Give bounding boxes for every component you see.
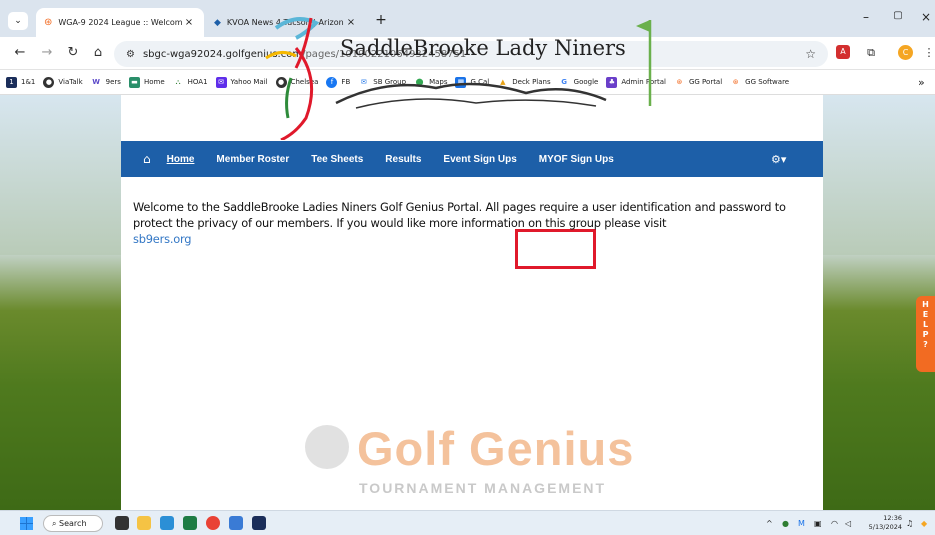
golf-genius-watermark: Golf Genius TOURNAMENT MANAGEMENT bbox=[305, 421, 645, 503]
tray-app-icon[interactable]: M bbox=[798, 519, 805, 528]
watermark-title: Golf Genius bbox=[357, 422, 635, 475]
help-letter: L bbox=[922, 320, 929, 329]
settings-gear-icon[interactable]: ⚙▾ bbox=[771, 153, 786, 166]
bookmark-favicon-icon: W bbox=[90, 76, 102, 88]
golf-genius-favicon-icon: ⊛ bbox=[673, 76, 685, 88]
nav-home[interactable]: Home bbox=[167, 154, 195, 165]
bookmark-favicon-icon: ● bbox=[43, 76, 55, 88]
nav-myof-sign-ups[interactable]: MYOF Sign Ups bbox=[539, 154, 614, 165]
sb9ers-link[interactable]: sb9ers.org bbox=[133, 231, 809, 247]
more-bookmarks-button[interactable]: » bbox=[918, 76, 925, 89]
site-title: SaddleBrooke Lady Niners bbox=[340, 36, 626, 60]
tab-label: WGA-9 2024 League :: Welcome bbox=[58, 18, 182, 27]
bookmark-item[interactable]: W 9ers bbox=[90, 76, 121, 88]
kvoa-favicon-icon: ◆ bbox=[214, 17, 221, 28]
globe-icon bbox=[305, 425, 349, 469]
pdf-extension-icon[interactable]: A bbox=[836, 45, 850, 59]
watermark-subtitle: TOURNAMENT MANAGEMENT bbox=[359, 480, 607, 496]
menu-kebab-icon[interactable]: ⋮ bbox=[920, 45, 935, 61]
site-nav-bar: ⌂ Home Member Roster Tee Sheets Results … bbox=[121, 141, 823, 177]
notifications-bell-icon[interactable]: ♫ bbox=[906, 519, 913, 528]
bookmark-item[interactable]: ⊛ GG Portal bbox=[673, 76, 722, 88]
golf-genius-favicon-icon: ⊛ bbox=[44, 17, 53, 28]
help-tab[interactable]: H E L P ? bbox=[916, 296, 935, 372]
taskbar-search[interactable]: ⌕ Search bbox=[43, 515, 103, 532]
welcome-message: Welcome to the SaddleBrooke Ladies Niner… bbox=[133, 199, 809, 247]
welcome-text: Welcome to the SaddleBrooke Ladies Niner… bbox=[133, 200, 786, 230]
nav-event-sign-ups[interactable]: Event Sign Ups bbox=[443, 154, 516, 165]
system-clock[interactable]: 12:36 5/13/2024 bbox=[862, 514, 902, 532]
golf-genius-favicon-icon: ⊛ bbox=[730, 76, 742, 88]
tab-search-icon[interactable]: ⌄ bbox=[8, 12, 28, 30]
taskbar-app-icon[interactable] bbox=[160, 516, 174, 530]
file-explorer-icon[interactable] bbox=[137, 516, 151, 530]
bookmark-favicon-icon: ▬ bbox=[128, 76, 140, 88]
help-question-icon: ? bbox=[923, 340, 928, 349]
nav-member-roster[interactable]: Member Roster bbox=[216, 154, 289, 165]
close-tab-icon[interactable]: × bbox=[182, 17, 196, 28]
chrome-icon[interactable] bbox=[206, 516, 220, 530]
tray-app-icon[interactable]: ● bbox=[782, 519, 789, 528]
search-icon: ⌕ bbox=[52, 519, 60, 528]
home-icon[interactable]: ⌂ bbox=[88, 45, 108, 60]
forward-arrow-icon[interactable]: → bbox=[37, 45, 57, 60]
help-letter: E bbox=[922, 310, 929, 319]
bookmark-item[interactable]: ⛬ HOA1 bbox=[172, 76, 208, 88]
bookmark-item[interactable]: ● ViaTalk bbox=[43, 76, 83, 88]
site-logo bbox=[265, 17, 652, 140]
help-letter: H bbox=[922, 300, 929, 309]
start-button[interactable] bbox=[20, 517, 33, 530]
extensions-puzzle-icon[interactable]: ⧉ bbox=[862, 45, 880, 61]
windows-taskbar: ⌕ Search ^ ● M ▣ ◠ ◁ 12:36 5/13/2024 ♫ ◆ bbox=[0, 510, 935, 535]
bookmark-star-icon[interactable]: ☆ bbox=[805, 47, 816, 61]
bookmark-item[interactable]: 1 1&1 bbox=[6, 76, 35, 88]
bookmark-favicon-icon: 1 bbox=[6, 76, 17, 88]
back-arrow-icon[interactable]: ← bbox=[10, 45, 30, 60]
tray-app-icon[interactable]: ▣ bbox=[814, 519, 822, 528]
taskbar-app-icon[interactable] bbox=[183, 516, 197, 530]
tab-golf-genius[interactable]: ⊛ WGA-9 2024 League :: Welcome × bbox=[36, 8, 204, 37]
reload-icon[interactable]: ↻ bbox=[63, 45, 83, 60]
help-letter: P bbox=[922, 330, 929, 339]
clock-date: 5/13/2024 bbox=[868, 523, 902, 531]
restore-button[interactable]: ▢ bbox=[886, 10, 910, 21]
taskbar-app-icon[interactable] bbox=[252, 516, 266, 530]
tray-chevron-icon[interactable]: ^ bbox=[766, 519, 773, 528]
clock-time: 12:36 bbox=[883, 514, 902, 522]
volume-icon[interactable]: ◁ bbox=[845, 519, 851, 528]
copilot-icon[interactable]: ◆ bbox=[921, 519, 927, 528]
bookmark-item[interactable]: ⊛ GG Software bbox=[730, 76, 789, 88]
home-icon[interactable]: ⌂ bbox=[143, 152, 151, 166]
taskbar-app-icon[interactable] bbox=[115, 516, 129, 530]
bookmark-item[interactable]: ▬ Home bbox=[128, 76, 165, 88]
nav-tee-sheets[interactable]: Tee Sheets bbox=[311, 154, 363, 165]
wifi-icon[interactable]: ◠ bbox=[831, 519, 838, 528]
nav-results[interactable]: Results bbox=[385, 154, 421, 165]
site-info-icon[interactable]: ⚙ bbox=[126, 49, 135, 60]
mail-icon: ✉ bbox=[215, 76, 227, 88]
taskbar-app-icon[interactable] bbox=[229, 516, 243, 530]
bookmark-favicon-icon: ⛬ bbox=[172, 76, 184, 88]
close-window-button[interactable]: × bbox=[914, 10, 935, 24]
minimize-button[interactable]: – bbox=[854, 10, 878, 24]
profile-avatar[interactable]: C bbox=[898, 45, 913, 60]
